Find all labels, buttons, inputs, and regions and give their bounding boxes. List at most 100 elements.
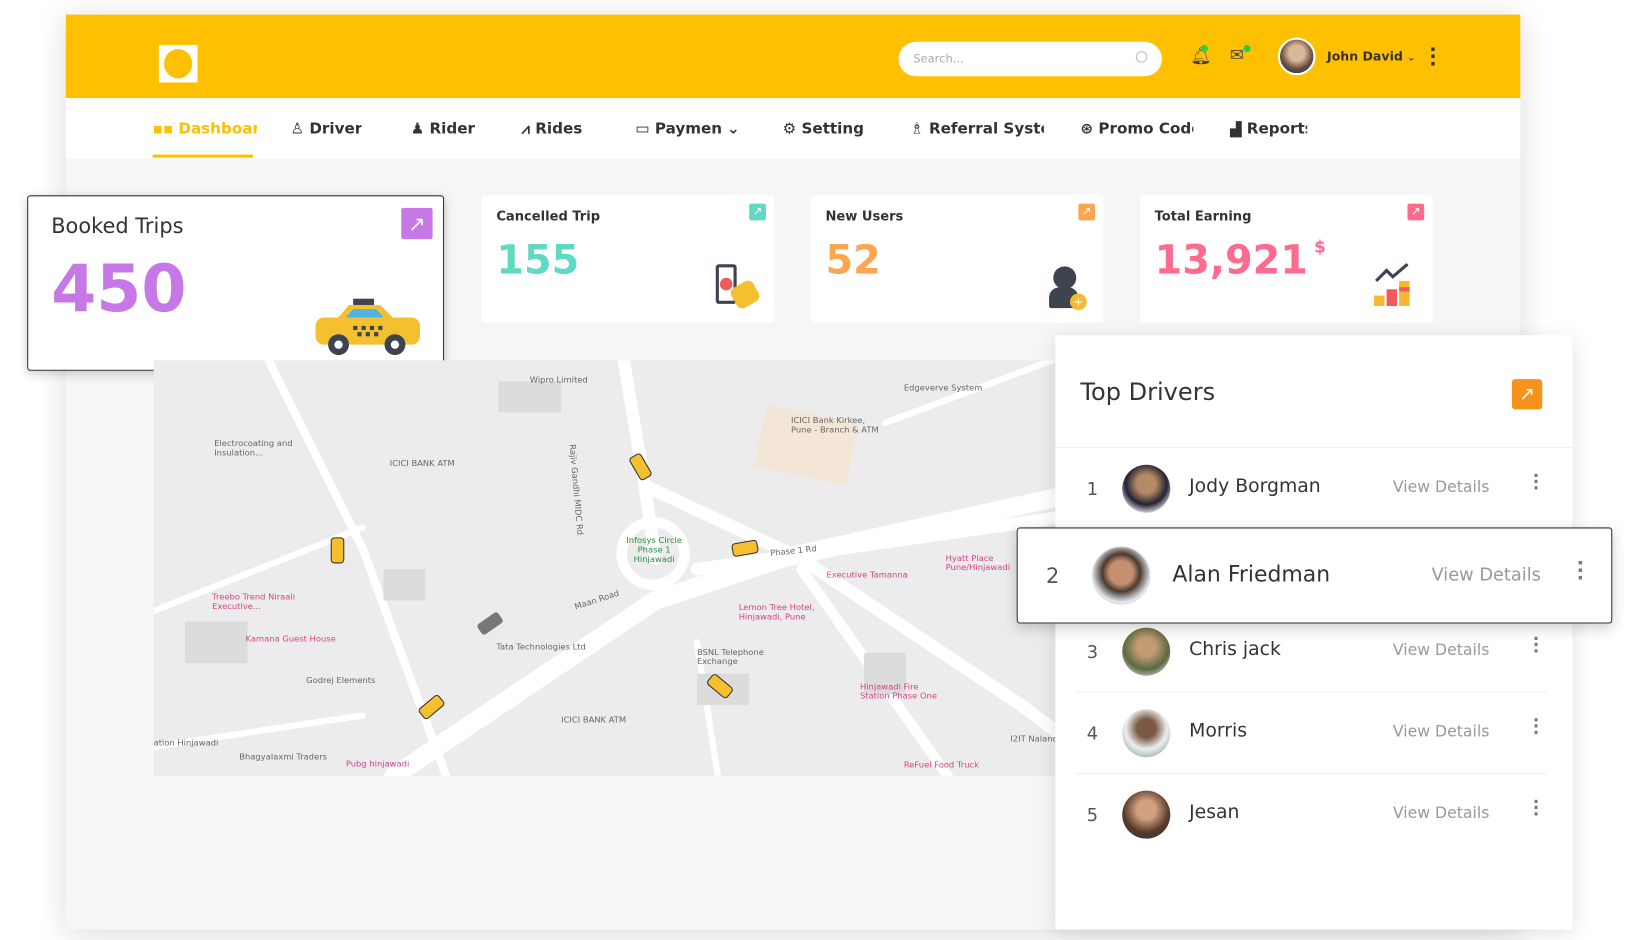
stat-card-cancelled[interactable]: Cancelled Trip 155 ↗ — [481, 195, 775, 323]
stat-card-total-earning[interactable]: Total Earning 13,921 $ ↗ — [1139, 195, 1433, 323]
driver-name: Alan Friedman — [1172, 561, 1331, 587]
avatar[interactable] — [1277, 37, 1316, 76]
tab-riders[interactable]: ♟ Riders — [411, 121, 476, 138]
driver-name: Chris jack — [1189, 638, 1281, 661]
top-bar: Search... 🔔︎ ✉ John David ⌄ · · · — [65, 14, 1521, 99]
driver-rank: 4 — [1086, 723, 1099, 745]
active-tab-indicator — [152, 154, 253, 158]
grid-icon: ▪▪ — [152, 121, 179, 138]
view-details-link[interactable]: View Details — [1393, 722, 1490, 741]
stat-title: Booked Trips — [51, 213, 184, 239]
map-label: Kamana Guest House — [245, 633, 336, 644]
search-icon[interactable] — [1135, 51, 1148, 63]
open-arrow-icon[interactable]: ↗ — [1407, 203, 1425, 221]
kebab-icon[interactable]: · · · — [1533, 630, 1539, 659]
driver-rank: 5 — [1086, 805, 1099, 827]
map-label: Edgeverve System — [903, 383, 983, 393]
stat-title: Cancelled Trip — [496, 207, 601, 224]
stat-value: 13,921 — [1154, 237, 1308, 284]
earning-chart-icon — [1374, 263, 1410, 307]
plus-icon: + — [1069, 293, 1087, 311]
main-nav: ▪▪ Dashboard ♙ Drivers ♟ Riders ⩘ Rides … — [65, 98, 1521, 159]
driver-icon: ♙ — [290, 121, 310, 138]
driver-rank: 2 — [1045, 562, 1060, 588]
map-label: ICICI Bank Kirkee, Pune - Branch & ATM — [790, 415, 879, 435]
map-label: Infosys Circle Phase 1 Hinjawadi — [626, 535, 682, 564]
tab-label: Reports — [1246, 121, 1308, 138]
tab-referral-system[interactable]: ♗ Referral System — [910, 121, 1044, 138]
user-add-icon — [1053, 266, 1077, 290]
logo[interactable] — [158, 44, 198, 83]
map-label: Pubg hinjawadi — [345, 759, 410, 769]
stat-title: Total Earning — [1154, 207, 1252, 224]
tab-promo-code[interactable]: ⊛ Promo Code — [1080, 121, 1193, 138]
tab-payment[interactable]: ▭ Payment ⌄ — [635, 121, 750, 138]
referral-icon: ♗ — [910, 121, 929, 138]
live-map[interactable]: Wipro Limited Edgeverve System ICICI Ban… — [153, 360, 1063, 776]
stat-value: 52 — [825, 237, 881, 284]
driver-avatar — [1091, 546, 1151, 605]
tab-setting[interactable]: ⚙ Setting — [783, 121, 867, 138]
driver-avatar — [1122, 627, 1171, 676]
open-arrow-icon[interactable]: ↗ — [749, 203, 766, 221]
kebab-icon[interactable]: · · · — [1533, 712, 1539, 741]
map-label: Treebo Trend Niraali Executive... — [212, 592, 296, 611]
stat-title: New Users — [825, 207, 904, 224]
kebab-icon[interactable]: · · · — [1429, 40, 1436, 73]
map-label: Wipro Limited — [529, 374, 588, 385]
map-label: Bhagyalaxmi Traders — [239, 751, 328, 762]
map-label: Lemon Tree Hotel, Hinjawadi, Pune — [738, 602, 815, 622]
taxi-icon — [315, 298, 421, 356]
map-label: I2IT Naland — [1010, 734, 1058, 744]
view-details-link[interactable]: View Details — [1393, 477, 1490, 496]
map-label: Electrocoating and Insulation... — [214, 438, 293, 458]
bell-icon[interactable]: 🔔︎ — [1190, 44, 1211, 66]
view-details-link[interactable]: View Details — [1393, 640, 1490, 659]
stat-card-booked-trips[interactable]: Booked Trips 450 ↗ — [27, 195, 445, 371]
map-label: ation Hinjawadi — [153, 738, 219, 748]
driver-avatar — [1122, 709, 1171, 758]
view-details-link[interactable]: View Details — [1432, 565, 1541, 586]
tab-reports[interactable]: ▟ Reports — [1230, 121, 1307, 138]
chevron-down-icon: ⌄ — [727, 121, 740, 138]
tab-label: Setting — [801, 121, 865, 138]
driver-row: 5 Jesan View Details · · · — [1076, 774, 1546, 855]
map-label: Tata Technologies Ltd — [496, 642, 586, 652]
kebab-icon[interactable]: · · · — [1533, 793, 1539, 822]
chart-icon: ▟ — [1229, 121, 1247, 138]
open-arrow-icon[interactable]: ↗ — [401, 207, 433, 240]
tab-dashboard[interactable]: ▪▪ Dashboard — [153, 121, 257, 138]
tab-drivers[interactable]: ♙ Drivers — [290, 121, 361, 138]
map-roads — [153, 360, 1063, 776]
tab-label: Payment — [654, 121, 722, 138]
stat-card-new-users[interactable]: New Users 52 ↗ + — [810, 195, 1104, 323]
currency: $ — [1314, 237, 1326, 257]
tab-rides[interactable]: ⩘ Rides — [521, 121, 586, 138]
top-drivers-panel: Top Drivers ↗ 1 Jody Borgman View Detail… — [1055, 335, 1573, 930]
payment-icon: ▭ — [635, 121, 655, 138]
map-label: Godrej Elements — [306, 675, 376, 686]
driver-name: Morris — [1189, 719, 1247, 742]
stat-value: 155 — [496, 237, 580, 284]
mail-icon[interactable]: ✉ — [1230, 44, 1251, 65]
map-label: Executive Tamanna — [826, 570, 908, 580]
driver-avatar — [1122, 790, 1171, 839]
stat-value: 450 — [51, 250, 187, 327]
promo-icon: ⊛ — [1080, 121, 1099, 138]
rider-icon: ♟ — [410, 121, 430, 138]
driver-row-highlighted[interactable]: 2 Alan Friedman View Details · · · — [1016, 527, 1613, 624]
map-label: Hinjawadi Fire Station Phase One — [859, 681, 937, 701]
kebab-icon[interactable]: · · · — [1533, 467, 1539, 496]
gear-icon: ⚙ — [782, 121, 802, 138]
map-label: ReFuel Food Truck — [903, 760, 979, 770]
view-details-link[interactable]: View Details — [1393, 803, 1490, 822]
open-arrow-icon[interactable]: ↗ — [1511, 379, 1543, 410]
user-menu[interactable]: John David ⌄ — [1327, 49, 1415, 64]
chevron-down-icon: ⌄ — [1407, 53, 1416, 64]
map-label: ICICI BANK ATM — [561, 715, 627, 725]
road-icon: ⩘ — [521, 121, 536, 138]
search-input[interactable]: Search... — [898, 41, 1162, 77]
map-label: Hyatt Place Pune/Hinjawadi — [945, 553, 1011, 573]
open-arrow-icon[interactable]: ↗ — [1078, 203, 1096, 221]
kebab-icon[interactable]: · · · — [1577, 554, 1584, 587]
